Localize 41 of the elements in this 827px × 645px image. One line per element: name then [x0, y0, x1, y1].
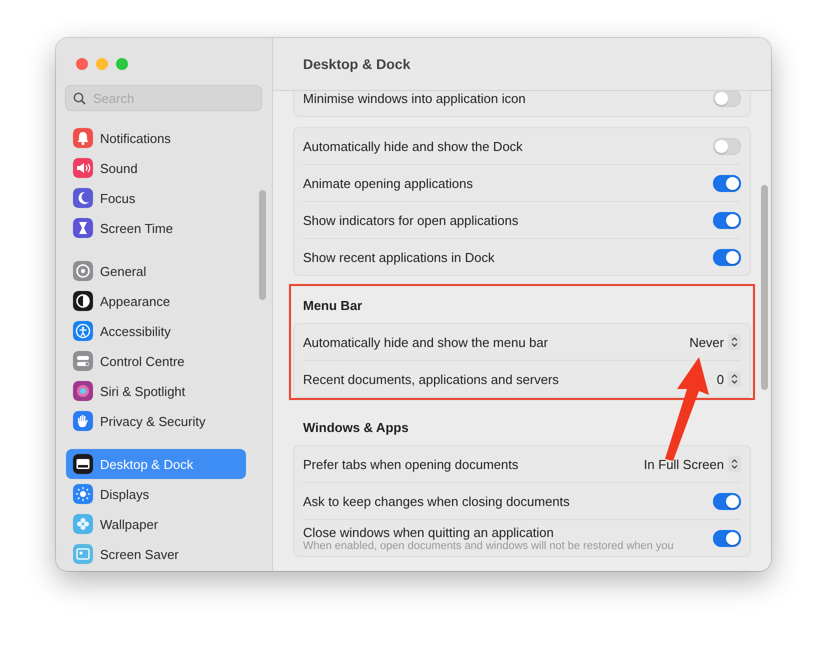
- sidebar-item[interactable]: Screen Saver: [66, 539, 246, 569]
- section-heading: Menu Bar: [302, 297, 364, 315]
- scrollbar[interactable]: [761, 185, 768, 390]
- popup-menu[interactable]: Never: [689, 334, 741, 350]
- setting-note: When enabled, open documents and windows will not be restored when you: [303, 540, 675, 552]
- scrollbar[interactable]: [259, 190, 266, 300]
- setting-label: Show indicators for open applications: [303, 212, 520, 228]
- setting-label: Automatically hide and show the menu bar: [303, 334, 549, 350]
- window-title: Desktop & Dock: [273, 38, 771, 91]
- sidebar-item[interactable]: Focus: [66, 183, 246, 213]
- toggle-switch[interactable]: [713, 174, 741, 192]
- toggle-switch[interactable]: [713, 212, 741, 228]
- setting-label: Close windows when quitting an application: [303, 524, 555, 540]
- toggle-switch[interactable]: [713, 248, 741, 266]
- sidebar-item[interactable]: Notifications: [66, 123, 246, 153]
- sidebar-item[interactable]: Privacy & Security: [66, 406, 246, 436]
- popup-menu[interactable]: 0: [716, 371, 741, 387]
- toggle-switch[interactable]: [713, 91, 741, 106]
- setting-label: Ask to keep changes when closing documents: [303, 494, 571, 508]
- sidebar-item[interactable]: Control Centre: [66, 346, 246, 376]
- sidebar-item[interactable]: Sound: [66, 153, 246, 183]
- setting-label: Prefer tabs when opening documents: [303, 456, 520, 472]
- setting-label: Recent documents, applications and servers: [303, 372, 560, 386]
- zoom-button[interactable]: [116, 58, 128, 70]
- setting-label: Automatically hide and show the Dock: [303, 138, 524, 154]
- toggle-switch[interactable]: [713, 530, 741, 546]
- section-heading: Windows & Apps: [302, 419, 410, 437]
- toggle-switch[interactable]: [713, 138, 741, 154]
- setting-label: Show recent applications in Dock: [303, 250, 496, 264]
- sidebar-item[interactable]: Wallpaper: [66, 509, 246, 539]
- sidebar-item[interactable]: Appearance: [66, 286, 246, 316]
- sidebar-item[interactable]: General: [66, 256, 246, 286]
- setting-label: Animate opening applications: [303, 176, 474, 190]
- sidebar-item[interactable]: Accessibility: [66, 316, 246, 346]
- close-button[interactable]: [76, 58, 88, 70]
- toggle-switch[interactable]: [713, 492, 741, 510]
- sidebar-item[interactable]: Screen Time: [66, 213, 246, 243]
- sidebar-item[interactable]: Siri & Spotlight: [66, 376, 246, 406]
- sidebar-item[interactable]: Displays: [66, 479, 246, 509]
- setting-label: Minimise windows into application icon: [303, 91, 527, 106]
- minimise-button[interactable]: [96, 58, 108, 70]
